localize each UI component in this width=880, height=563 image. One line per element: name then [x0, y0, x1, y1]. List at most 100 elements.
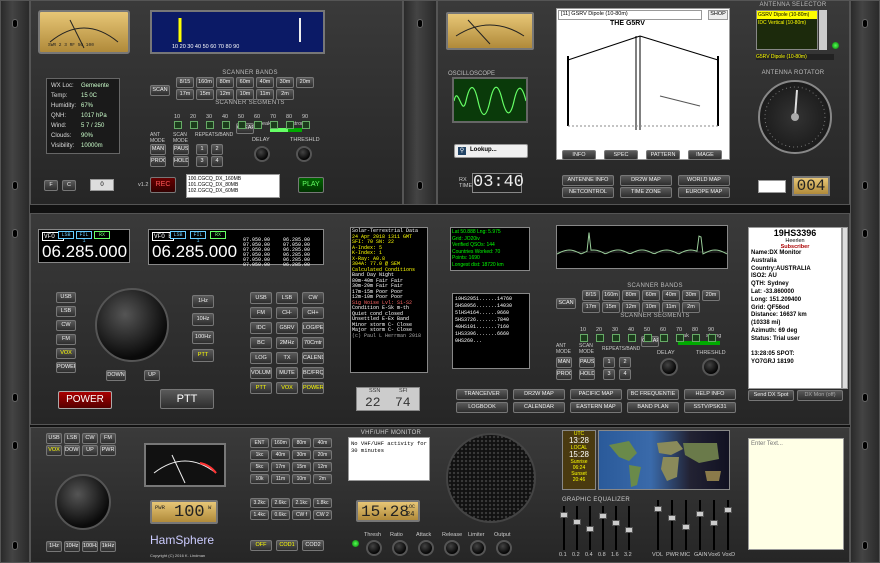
bottom-step-button[interactable]: 10Hz: [64, 541, 80, 552]
notes-textarea[interactable]: [748, 438, 844, 550]
mode-button-usb[interactable]: USB: [56, 292, 76, 303]
band-button[interactable]: 2m: [276, 89, 294, 100]
eq-slider[interactable]: [625, 527, 633, 533]
scan-button-2[interactable]: SCAN: [556, 298, 576, 309]
segment-checkbox[interactable]: [174, 121, 182, 129]
rotator-compass[interactable]: [758, 80, 832, 154]
band-grid-button[interactable]: 1.4kc: [250, 510, 269, 520]
mixer-slider[interactable]: [696, 511, 704, 517]
prog-button[interactable]: PROG: [150, 156, 166, 167]
threshold-knob[interactable]: [296, 146, 312, 162]
function-button[interactable]: POWER: [302, 382, 324, 394]
nav-button[interactable]: BC FREQUENTIE: [627, 389, 679, 400]
antenna-tab[interactable]: PATTERN: [646, 150, 680, 160]
band-grid-button[interactable]: 1.8kc: [313, 498, 332, 508]
band-button[interactable]: 11m: [662, 302, 680, 313]
antenna-select[interactable]: [11] GSRV Dipole (10-80m): [558, 10, 702, 20]
map-button[interactable]: TIME ZONE: [620, 187, 672, 198]
repeat-1[interactable]: 1: [196, 144, 208, 155]
mode-button-lsb[interactable]: LSB: [56, 306, 76, 317]
dx-mon-button[interactable]: DX Mon (off): [797, 390, 843, 401]
band-grid-button[interactable]: CW f: [292, 510, 311, 520]
up-button[interactable]: UP: [144, 370, 160, 381]
function-button[interactable]: 70Cmtr: [302, 337, 324, 349]
function-button[interactable]: 2MHz: [276, 337, 298, 349]
band-button[interactable]: 17m: [582, 302, 600, 313]
band-button[interactable]: 20m: [296, 77, 314, 88]
segment-checkbox[interactable]: [286, 121, 294, 129]
function-button[interactable]: VOX: [276, 382, 298, 394]
band-button[interactable]: 40m: [256, 77, 274, 88]
repeat-2-2[interactable]: 2: [619, 357, 631, 368]
band-button[interactable]: 20m: [702, 290, 720, 301]
segment-checkbox[interactable]: [270, 121, 278, 129]
band-grid-button[interactable]: 3.2kc: [250, 498, 269, 508]
function-button[interactable]: LSB: [276, 292, 298, 304]
antenna-tab[interactable]: IMAGE: [688, 150, 722, 160]
recorder-f-button[interactable]: F: [44, 180, 58, 191]
map-button[interactable]: EUROPE MAP: [678, 187, 730, 198]
map-button[interactable]: ANTENNE INFO: [562, 175, 614, 186]
hold-button-2[interactable]: HOLD: [579, 369, 595, 380]
band-button[interactable]: 160m: [602, 290, 620, 301]
segment-checkbox[interactable]: [580, 334, 588, 342]
step-button[interactable]: 10Hz: [192, 313, 214, 326]
delay-knob-2[interactable]: [660, 358, 678, 376]
band-button[interactable]: 10m: [642, 302, 660, 313]
memory-entry[interactable]: 07.050.00: [243, 263, 270, 268]
bottom-mode-button[interactable]: VOX: [46, 445, 62, 456]
band-button[interactable]: 10m: [236, 89, 254, 100]
dsp-knob[interactable]: [418, 540, 434, 556]
play-button[interactable]: PLAY: [298, 177, 324, 193]
step-button[interactable]: PTT: [192, 349, 214, 362]
step-button[interactable]: 100Hz: [192, 331, 214, 344]
function-button[interactable]: IDC: [250, 322, 272, 334]
segment-checkbox[interactable]: [190, 121, 198, 129]
function-button[interactable]: PTT: [250, 382, 272, 394]
band-button[interactable]: 12m: [622, 302, 640, 313]
band-grid-button[interactable]: 1kc: [250, 450, 269, 460]
segment-checkbox[interactable]: [302, 121, 310, 129]
band-button[interactable]: 80m: [622, 290, 640, 301]
band-grid-button[interactable]: CW 2: [313, 510, 332, 520]
nav-button[interactable]: TRANCEIVER: [456, 389, 508, 400]
band-grid-button[interactable]: 12m: [313, 462, 332, 472]
antenna-tab[interactable]: INFO: [562, 150, 596, 160]
recording-list[interactable]: 100.CGCQ_DX_160MB 101.CGCQ_DX_80MB 102.C…: [186, 174, 280, 198]
segment-checkbox[interactable]: [612, 334, 620, 342]
map-button[interactable]: NETCONTROL: [562, 187, 614, 198]
function-button[interactable]: BC/FRQ: [302, 367, 324, 379]
function-button[interactable]: CH-: [276, 307, 298, 319]
band-grid-button[interactable]: 11m: [271, 474, 290, 484]
function-button[interactable]: CW: [302, 292, 324, 304]
dx-monitor-scroll[interactable]: [842, 227, 848, 389]
recorder-c-button[interactable]: C: [62, 180, 76, 191]
nav-button[interactable]: SSTV/PSK31: [684, 402, 736, 413]
band-button[interactable]: 11m: [256, 89, 274, 100]
mode-button-power[interactable]: POWER: [56, 362, 76, 373]
function-button[interactable]: LOG/PERD: [302, 322, 324, 334]
mode-button-vox[interactable]: VOX: [56, 348, 76, 359]
antenna-selector-scroll[interactable]: [819, 10, 827, 50]
prog-button-2[interactable]: PROG: [556, 369, 572, 380]
band-grid-button[interactable]: 160m: [271, 438, 290, 448]
segment-checkbox[interactable]: [222, 121, 230, 129]
main-tuning-knob[interactable]: [95, 288, 169, 362]
bottom-mode-button[interactable]: FM: [100, 433, 116, 444]
bottom-mode-button[interactable]: CW: [82, 433, 98, 444]
segment-checkbox[interactable]: [708, 334, 716, 342]
repeat-4-2[interactable]: 4: [619, 369, 631, 380]
band-grid-button[interactable]: 2m: [313, 474, 332, 484]
dsp-knob[interactable]: [444, 540, 460, 556]
function-button[interactable]: TX: [276, 352, 298, 364]
mode-button-fm[interactable]: FM: [56, 334, 76, 345]
band-grid-button[interactable]: 17m: [271, 462, 290, 472]
bottom-step-button[interactable]: 1kHz: [100, 541, 116, 552]
band-button[interactable]: 8/15: [582, 290, 600, 301]
segment-checkbox[interactable]: [254, 121, 262, 129]
dsp-knob[interactable]: [392, 540, 408, 556]
function-button[interactable]: USB: [250, 292, 272, 304]
nav-button[interactable]: DR2W MAP: [513, 389, 565, 400]
band-button[interactable]: 30m: [276, 77, 294, 88]
rec-button[interactable]: REC: [150, 177, 176, 193]
